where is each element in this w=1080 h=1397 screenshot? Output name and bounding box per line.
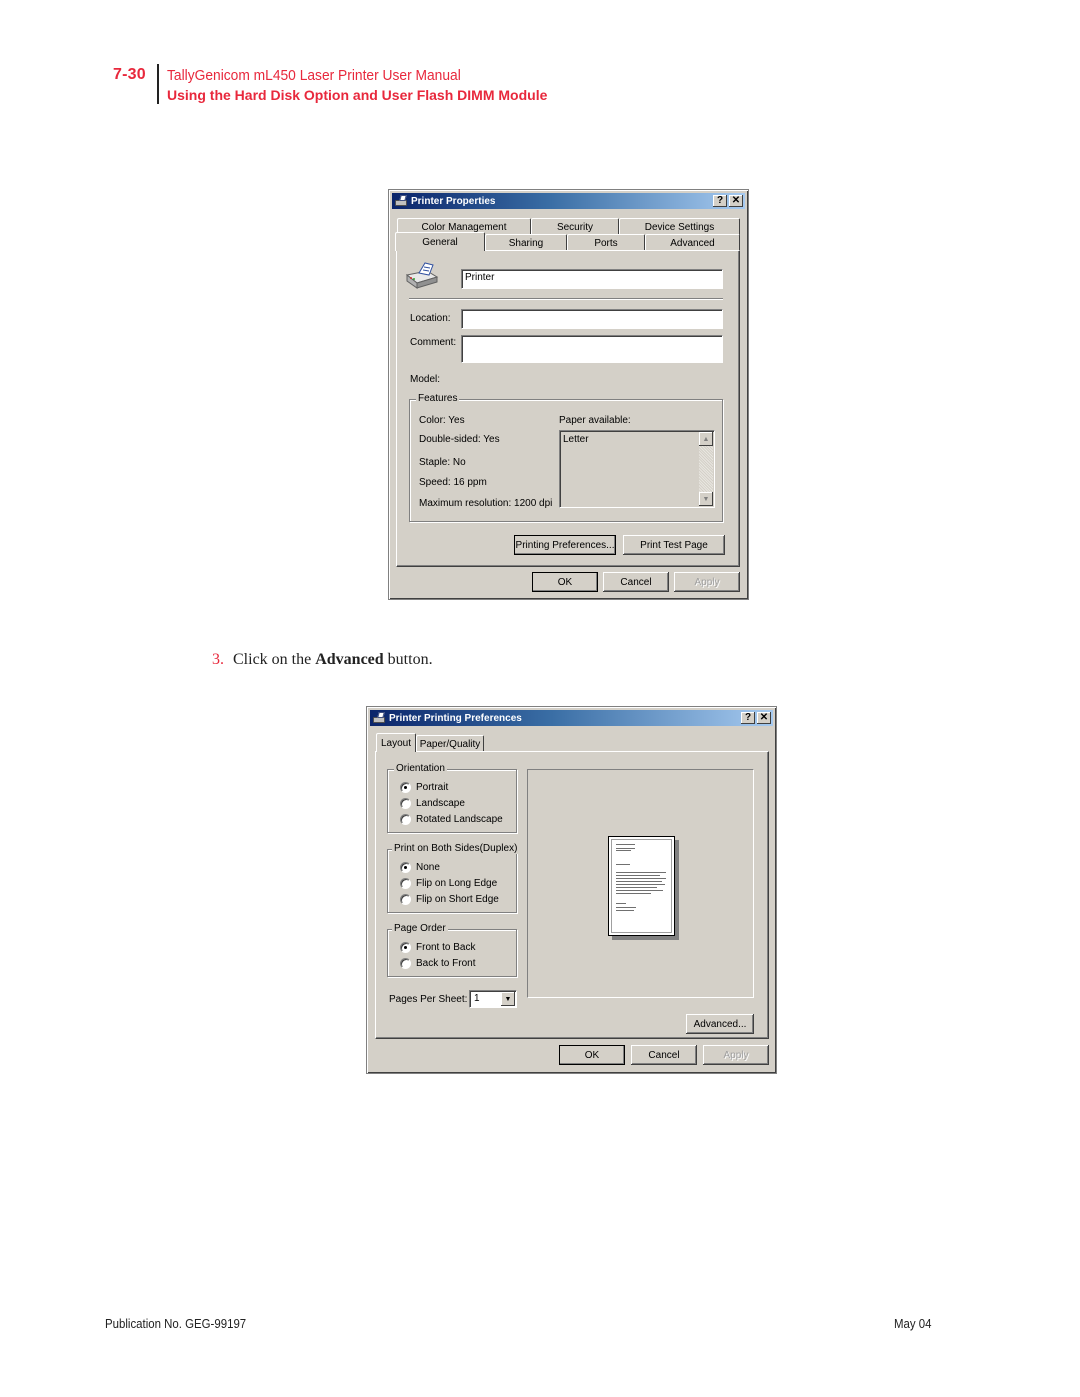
feature-speed: Speed: 16 ppm [419,477,487,488]
radio-duplex-none[interactable]: None [400,862,440,873]
comment-field[interactable] [461,335,723,363]
page-preview-icon [608,836,675,936]
radio-label: Front to Back [416,942,476,953]
radio-unselected-icon [400,878,411,889]
tab-sharing[interactable]: Sharing [485,234,567,251]
step-text-before: Click on the [233,651,316,668]
feature-staple: Staple: No [419,457,466,468]
radio-unselected-icon [400,814,411,825]
help-button[interactable]: ? [741,712,755,724]
tab-layout[interactable]: Layout [376,733,416,752]
page-order-group: Page Order Front to Back Back to Front [387,923,517,977]
features-group-title: Features [416,393,460,404]
orientation-group-title: Orientation [394,763,447,774]
tab-security[interactable]: Security [531,218,619,235]
pages-per-sheet-select[interactable]: 1 ▼ [469,990,517,1008]
radio-label: Flip on Long Edge [416,878,498,889]
pages-per-sheet-value: 1 [474,993,480,1004]
features-group: Features Color: Yes Double-sided: Yes St… [409,393,723,522]
dropdown-arrow-icon[interactable]: ▼ [501,992,515,1006]
tab-ports[interactable]: Ports [567,234,645,251]
ok-button[interactable]: OK [559,1045,625,1065]
page-order-group-title: Page Order [392,923,448,934]
radio-label: Back to Front [416,958,476,969]
radio-front-to-back[interactable]: Front to Back [400,942,475,953]
duplex-group: Print on Both Sides(Duplex) None Flip on… [387,843,520,913]
paper-available-label: Paper available: [559,415,631,426]
radio-back-to-front[interactable]: Back to Front [400,958,475,969]
title-bar[interactable]: Printer Printing Preferences ? ✕ [370,710,773,726]
radio-label: Rotated Landscape [416,814,503,825]
printer-icon [405,262,439,289]
printer-properties-dialog: Printer Properties ? ✕ Color Management … [388,189,749,600]
publication-number: Publication No. GEG-99197 [105,1316,247,1331]
header-divider [157,64,159,104]
radio-label: Flip on Short Edge [416,894,499,905]
model-label: Model: [410,374,441,385]
feature-double-sided: Double-sided: Yes [419,434,500,445]
publication-date: May 04 [894,1316,932,1331]
step-text-bold: Advanced [315,651,384,668]
radio-portrait[interactable]: Portrait [400,782,448,793]
tab-paper-quality[interactable]: Paper/Quality [416,735,484,752]
page-number: 7-30 [113,66,146,83]
radio-unselected-icon [400,958,411,969]
title-bar[interactable]: Printer Properties ? ✕ [392,193,745,209]
radio-label: None [416,862,440,873]
help-button[interactable]: ? [713,195,727,207]
tab-panel-layout: Orientation Portrait Landscape Rotated L… [375,751,769,1039]
close-button[interactable]: ✕ [729,195,743,207]
radio-label: Portrait [416,782,449,793]
paper-list-scrollbar[interactable]: ▲ ▼ [699,432,713,506]
tab-general[interactable]: General [395,232,485,251]
radio-flip-short-edge[interactable]: Flip on Short Edge [400,894,499,905]
radio-unselected-icon [400,798,411,809]
location-label: Location: [410,313,451,324]
orientation-group: Orientation Portrait Landscape Rotated L… [387,763,517,833]
radio-selected-icon [400,862,411,873]
tab-panel-general: Printer Location: Comment: Model: Featur… [396,250,740,567]
radio-selected-icon [400,942,411,953]
printer-icon [394,195,408,207]
radio-unselected-icon [400,894,411,905]
paper-list-item[interactable]: Letter [563,434,589,445]
cancel-button[interactable]: Cancel [631,1045,697,1065]
location-field[interactable] [461,309,723,329]
dialog-title: Printer Printing Preferences [389,712,522,724]
duplex-group-title: Print on Both Sides(Duplex) [392,843,520,854]
comment-label: Comment: [410,337,457,348]
tab-advanced[interactable]: Advanced [645,234,740,251]
print-test-page-button[interactable]: Print Test Page [623,535,725,555]
printer-name-field[interactable]: Printer [461,269,723,289]
radio-landscape[interactable]: Landscape [400,798,465,809]
manual-title: TallyGenicom mL450 Laser Printer User Ma… [167,67,461,84]
cancel-button[interactable]: Cancel [603,572,669,592]
separator [409,298,723,300]
scroll-up-arrow-icon[interactable]: ▲ [699,432,713,446]
printer-icon [372,712,386,724]
step-instruction: 3. Click on the Advanced button. [212,651,433,669]
ok-button[interactable]: OK [532,572,598,592]
printing-preferences-button[interactable]: Printing Preferences... [514,535,616,555]
pages-per-sheet-label: Pages Per Sheet: [389,994,468,1005]
printing-preferences-dialog: Printer Printing Preferences ? ✕ Layout … [366,706,777,1074]
apply-button[interactable]: Apply [703,1045,769,1065]
feature-max-resolution: Maximum resolution: 1200 dpi [419,498,553,509]
feature-color: Color: Yes [419,415,465,426]
apply-button[interactable]: Apply [674,572,740,592]
paper-available-list[interactable]: Letter ▲ ▼ [559,430,715,508]
section-title: Using the Hard Disk Option and User Flas… [167,87,548,103]
step-text-after: button. [383,651,433,668]
radio-label: Landscape [416,798,465,809]
layout-preview [527,769,754,998]
scroll-down-arrow-icon[interactable]: ▼ [699,492,713,506]
radio-rotated-landscape[interactable]: Rotated Landscape [400,814,503,825]
tab-device-settings[interactable]: Device Settings [619,218,740,235]
dialog-title: Printer Properties [411,195,496,207]
close-button[interactable]: ✕ [757,712,771,724]
step-number: 3. [212,651,224,668]
radio-flip-long-edge[interactable]: Flip on Long Edge [400,878,497,889]
radio-selected-icon [400,782,411,793]
advanced-button[interactable]: Advanced... [686,1014,754,1034]
